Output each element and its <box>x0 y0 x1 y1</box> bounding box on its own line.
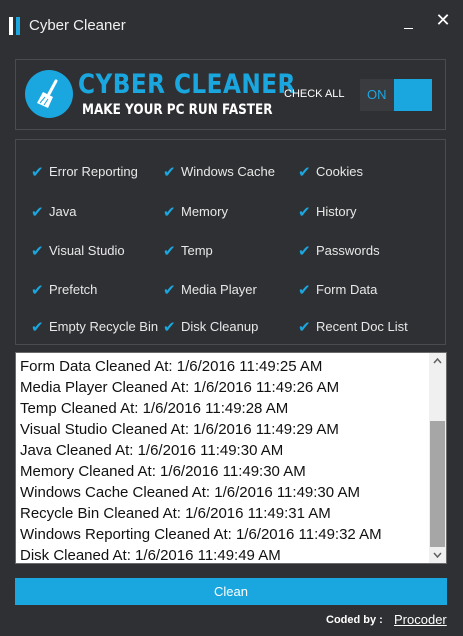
app-icon <box>9 17 21 35</box>
scroll-down-icon[interactable] <box>429 546 446 563</box>
author-link[interactable]: Procoder <box>394 612 447 627</box>
option-label: Cookies <box>316 164 363 179</box>
check-icon: ✔ <box>163 243 176 260</box>
check-icon: ✔ <box>31 282 44 299</box>
scroll-up-icon[interactable] <box>429 353 446 370</box>
option-label: Windows Cache <box>181 164 275 179</box>
option-label: Prefetch <box>49 282 98 297</box>
close-button[interactable]: ✕ <box>434 9 452 31</box>
brand-title: CYBER CLEANER <box>78 69 296 100</box>
option-label: Recent Doc List <box>316 319 408 334</box>
option-label: Memory <box>181 204 228 219</box>
options-panel: ✔ Error Reporting ✔ Windows Cache ✔ Cook… <box>15 139 446 345</box>
option-label: Java <box>49 204 77 219</box>
log-line: Visual Studio Cleaned At: 1/6/2016 11:49… <box>20 421 339 438</box>
option-label: History <box>316 204 357 219</box>
log-line: Windows Reporting Cleaned At: 1/6/2016 1… <box>20 526 382 543</box>
brand-subtitle: MAKE YOUR PC RUN FASTER <box>82 102 273 118</box>
check-icon: ✔ <box>298 319 311 336</box>
option-label: Disk Cleanup <box>181 319 259 334</box>
log-scrollbar[interactable] <box>429 353 446 563</box>
minimize-button[interactable] <box>401 14 417 36</box>
option-label: Error Reporting <box>49 164 138 179</box>
check-icon: ✔ <box>31 319 44 336</box>
option-label: Passwords <box>316 243 380 258</box>
check-all-label: CHECK ALL <box>284 88 345 100</box>
option-label: Temp <box>181 243 213 258</box>
log-line: Media Player Cleaned At: 1/6/2016 11:49:… <box>20 379 340 396</box>
check-icon: ✔ <box>31 243 44 260</box>
check-icon: ✔ <box>298 282 311 299</box>
option-label: Empty Recycle Bin <box>49 319 159 334</box>
log-line: Java Cleaned At: 1/6/2016 11:49:30 AM <box>20 442 284 459</box>
log-line: Memory Cleaned At: 1/6/2016 11:49:30 AM <box>20 463 306 480</box>
option-label: Visual Studio <box>49 243 125 258</box>
broom-icon <box>25 70 73 118</box>
header-panel: CYBER CLEANER MAKE YOUR PC RUN FASTER CH… <box>15 59 446 130</box>
log-lines: Form Data Cleaned At: 1/6/2016 11:49:25 … <box>20 356 428 564</box>
clean-button[interactable]: Clean <box>15 578 447 605</box>
cleanup-log[interactable]: Form Data Cleaned At: 1/6/2016 11:49:25 … <box>15 352 447 564</box>
coded-by-label: Coded by : <box>326 614 383 626</box>
check-icon: ✔ <box>31 204 44 221</box>
check-icon: ✔ <box>163 164 176 181</box>
check-icon: ✔ <box>163 319 176 336</box>
check-icon: ✔ <box>163 282 176 299</box>
option-label: Form Data <box>316 282 378 297</box>
check-icon: ✔ <box>31 164 44 181</box>
log-line: Recycle Bin Cleaned At: 1/6/2016 11:49:3… <box>20 505 331 522</box>
toggle-state-label: ON <box>367 87 387 102</box>
window-title: Cyber Cleaner <box>29 17 126 34</box>
check-icon: ✔ <box>163 204 176 221</box>
log-line: Windows Cache Cleaned At: 1/6/2016 11:49… <box>20 484 360 501</box>
title-bar: Cyber Cleaner ✕ <box>0 0 463 52</box>
scroll-thumb[interactable] <box>430 421 445 547</box>
check-icon: ✔ <box>298 243 311 260</box>
check-icon: ✔ <box>298 204 311 221</box>
log-line: Temp Cleaned At: 1/6/2016 11:49:28 AM <box>20 400 289 417</box>
log-line: Disk Cleaned At: 1/6/2016 11:49:49 AM <box>20 547 281 564</box>
check-all-toggle[interactable]: ON <box>360 79 432 111</box>
toggle-knob <box>394 79 432 111</box>
option-label: Media Player <box>181 282 257 297</box>
check-icon: ✔ <box>298 164 311 181</box>
log-line: Form Data Cleaned At: 1/6/2016 11:49:25 … <box>20 358 323 375</box>
